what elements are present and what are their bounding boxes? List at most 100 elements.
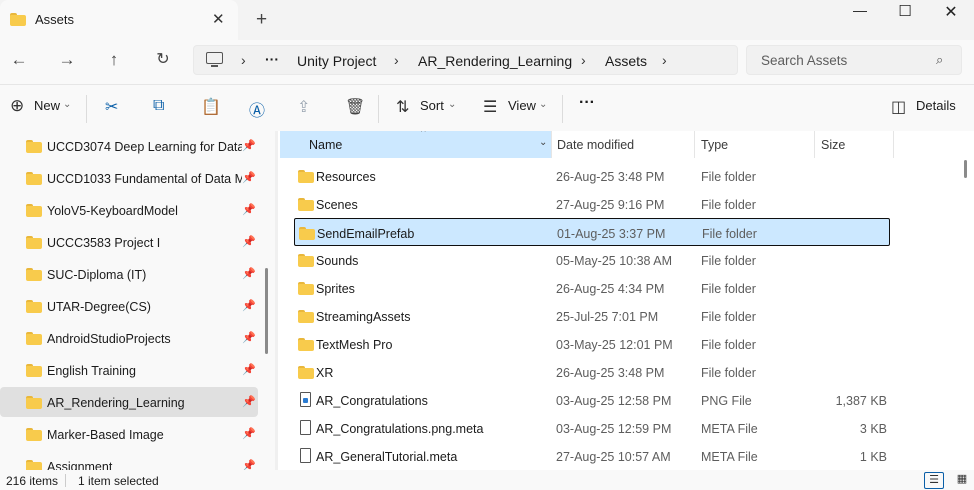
tiles-view-icon[interactable]: ▦ — [952, 472, 972, 489]
folder-icon — [26, 332, 42, 345]
sidebar-item-label: Marker-Based Image — [47, 428, 164, 442]
sidebar-item[interactable]: UTAR-Degree(CS) 📌 — [0, 291, 258, 321]
sidebar-item[interactable]: English Training 📌 — [0, 355, 258, 385]
file-date: 27-Aug-25 10:57 AM — [556, 450, 671, 464]
breadcrumb-assets[interactable]: Assets — [605, 53, 647, 69]
sidebar-item[interactable]: AR_Rendering_Learning 📌 — [0, 387, 258, 417]
details-pane-icon[interactable]: ◫ — [891, 97, 906, 117]
breadcrumb-more[interactable]: ··· — [265, 51, 279, 67]
divider — [562, 95, 563, 123]
details-view-icon[interactable]: ☰ — [924, 472, 944, 489]
divider — [893, 131, 894, 158]
sidebar-item[interactable]: UCCD3074 Deep Learning for Data Science📌 — [0, 131, 258, 161]
file-size: 1 KB — [859, 450, 887, 464]
pin-icon[interactable]: 📌 — [242, 171, 256, 184]
column-header-type[interactable]: Type — [701, 138, 728, 152]
more-options-button[interactable]: ··· — [579, 94, 595, 112]
sort-ascending-icon: ^ — [421, 131, 426, 138]
minimize-button[interactable]: — — [837, 2, 883, 24]
file-list-scrollbar[interactable] — [964, 160, 967, 178]
table-row[interactable]: Scenes 27-Aug-25 9:16 PM File folder — [294, 190, 890, 218]
pin-icon[interactable]: 📌 — [242, 203, 256, 216]
pin-icon[interactable]: 📌 — [242, 427, 256, 440]
table-row[interactable]: Resources 26-Aug-25 3:48 PM File folder — [294, 162, 890, 190]
folder-icon — [298, 338, 314, 351]
cut-icon[interactable]: ✂ — [105, 97, 118, 117]
nav-scrollbar[interactable] — [265, 268, 268, 354]
sidebar-item[interactable]: UCCC3583 Project I 📌 — [0, 227, 258, 257]
table-row[interactable]: StreamingAssets 25-Jul-25 7:01 PM File fol… — [294, 302, 890, 330]
table-row[interactable]: TextMesh Pro 03-May-25 12:01 PM File folde… — [294, 330, 890, 358]
pin-icon[interactable]: 📌 — [242, 235, 256, 248]
file-date: 03-Aug-25 12:59 PM — [556, 422, 672, 436]
sort-button[interactable]: Sort — [420, 98, 444, 113]
table-row[interactable]: AR_GeneralTutorial.meta 27-Aug-25 10:57 A… — [294, 442, 890, 470]
file-size: 3 KB — [859, 422, 887, 436]
pin-icon[interactable]: 📌 — [242, 299, 256, 312]
forward-arrow-icon[interactable]: → — [56, 49, 78, 71]
new-button[interactable]: New — [34, 98, 60, 113]
add-circle-icon[interactable]: ⊕ — [10, 96, 24, 116]
chevron-down-icon[interactable]: ⌄ — [448, 99, 456, 110]
view-button[interactable]: View — [508, 98, 536, 113]
close-window-button[interactable]: ✕ — [928, 2, 974, 24]
table-row[interactable]: AR_Congratulations.png.meta 03-Aug-25 12:… — [294, 414, 890, 442]
sidebar-item[interactable]: Marker-Based Image 📌 — [0, 419, 258, 449]
pin-icon[interactable]: 📌 — [242, 139, 256, 152]
search-input[interactable]: Search Assets ⌕ — [746, 45, 962, 75]
sidebar-item[interactable]: AndroidStudioProjects 📌 — [0, 323, 258, 353]
tab-assets[interactable]: Assets ✕ — [0, 0, 238, 40]
details-button[interactable]: Details — [916, 98, 956, 113]
rename-icon[interactable]: Ⓐ — [249, 97, 265, 121]
close-tab-icon[interactable]: ✕ — [212, 10, 225, 28]
divider — [694, 131, 695, 158]
chevron-right-icon[interactable]: › — [662, 52, 667, 68]
pin-icon[interactable]: 📌 — [242, 395, 256, 408]
folder-icon — [26, 172, 42, 185]
folder-icon — [26, 236, 42, 249]
folder-icon — [26, 364, 42, 377]
chevron-right-icon[interactable]: › — [394, 52, 399, 68]
breadcrumb-unity-project[interactable]: Unity Project — [297, 53, 376, 69]
back-arrow-icon[interactable]: ← — [8, 49, 30, 71]
file-date: 27-Aug-25 9:16 PM — [556, 198, 665, 212]
share-icon[interactable]: ⇪ — [297, 97, 310, 117]
refresh-icon[interactable]: ↻ — [152, 49, 174, 71]
new-tab-button[interactable]: + — [256, 9, 267, 31]
table-row[interactable]: SendEmailPrefab 01-Aug-25 3:37 PM File fol… — [294, 218, 890, 246]
chevron-down-icon[interactable]: ⌄ — [539, 137, 547, 148]
pin-icon[interactable]: 📌 — [242, 267, 256, 280]
maximize-button[interactable]: ☐ — [882, 2, 928, 24]
view-icon[interactable]: ☰ — [483, 97, 497, 117]
column-header-date[interactable]: Date modified — [557, 138, 634, 152]
table-row[interactable]: XR 26-Aug-25 3:48 PM File folder — [294, 358, 890, 386]
up-arrow-icon[interactable]: ↑ — [103, 49, 125, 71]
sidebar-item[interactable]: YoloV5-KeyboardModel 📌 — [0, 195, 258, 225]
chevron-right-icon[interactable]: › — [581, 52, 586, 68]
pin-icon[interactable]: 📌 — [242, 363, 256, 376]
table-row[interactable]: AR_Congratulations 03-Aug-25 12:58 PM PNG … — [294, 386, 890, 414]
table-row[interactable]: Sounds 05-May-25 10:38 AM File folder — [294, 246, 890, 274]
folder-icon — [26, 300, 42, 313]
column-header-name[interactable]: Name ^ ⌄ — [280, 131, 551, 158]
sidebar-item[interactable]: UCCD1033 Fundamental of Data Mining📌 — [0, 163, 258, 193]
delete-icon[interactable]: 🗑 — [345, 97, 365, 117]
folder-icon — [26, 268, 42, 281]
sidebar-item-label: UCCD1033 Fundamental of Data Mining — [47, 172, 242, 186]
file-type: File folder — [701, 310, 756, 324]
sort-icon[interactable]: ⇅ — [396, 97, 409, 117]
address-bar[interactable]: › ··· Unity Project › AR_Rendering_Learn… — [193, 45, 738, 75]
column-header-size[interactable]: Size — [821, 138, 845, 152]
table-row[interactable]: Sprites 26-Aug-25 4:34 PM File folder — [294, 274, 890, 302]
chevron-down-icon[interactable]: ⌄ — [63, 99, 71, 110]
copy-icon[interactable]: ⧉ — [153, 97, 164, 115]
file-icon — [300, 420, 311, 435]
chevron-down-icon[interactable]: ⌄ — [539, 99, 547, 110]
pin-icon[interactable]: 📌 — [242, 331, 256, 344]
chevron-right-icon[interactable]: › — [241, 52, 246, 68]
file-type: File folder — [701, 338, 756, 352]
status-bar: 216 items 1 item selected ☰ ▦ — [0, 470, 974, 490]
sidebar-item[interactable]: SUC-Diploma (IT) 📌 — [0, 259, 258, 289]
paste-icon[interactable]: 📋 — [201, 97, 221, 117]
breadcrumb-ar-rendering-learning[interactable]: AR_Rendering_Learning — [418, 53, 572, 69]
